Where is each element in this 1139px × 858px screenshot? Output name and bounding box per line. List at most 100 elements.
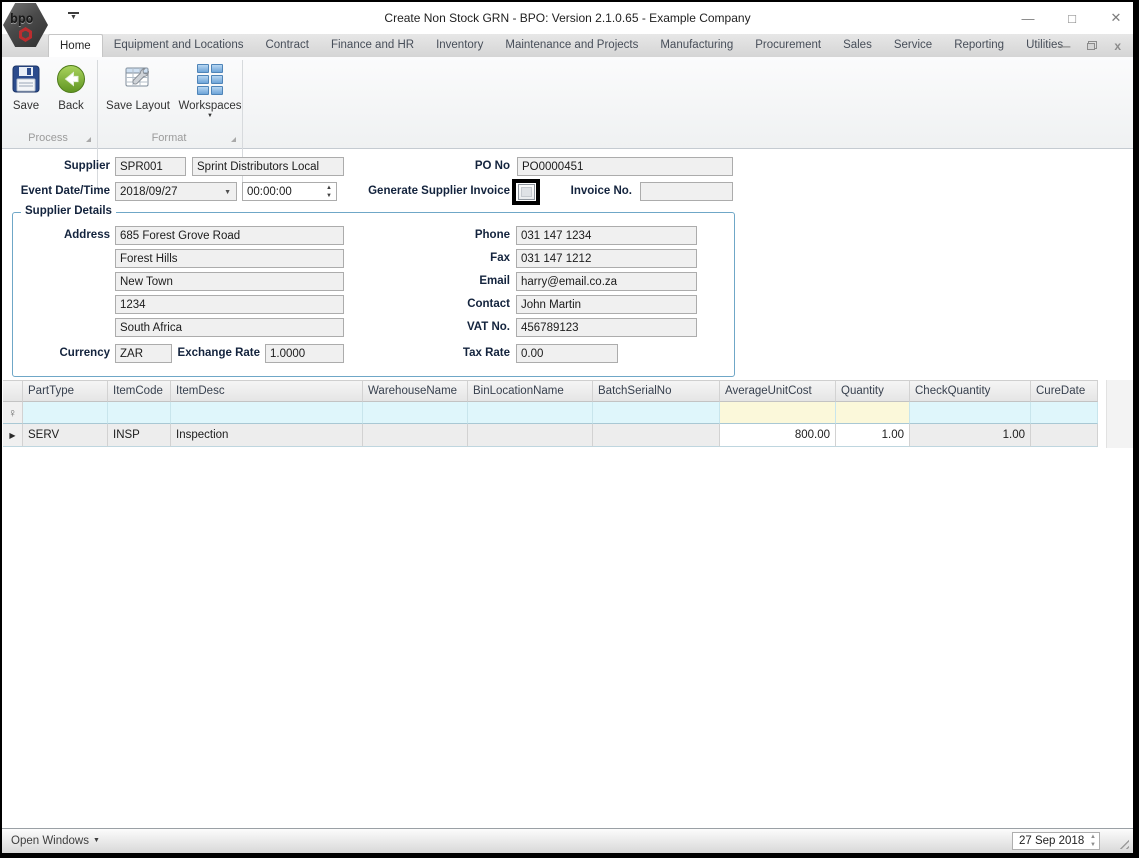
date-dropdown-icon[interactable]: ▼ — [224, 189, 231, 196]
grid-filter-cell-binlocationname[interactable] — [468, 402, 593, 424]
process-group-launcher-icon[interactable] — [86, 137, 91, 142]
grid-filter-cell-warehousename[interactable] — [363, 402, 468, 424]
spin-down-icon: ▼ — [1090, 842, 1096, 848]
exchange-rate-field[interactable]: 1.0000 — [265, 344, 344, 363]
column-header-warehousename[interactable]: WarehouseName — [363, 380, 468, 402]
status-date-field[interactable]: 27 Sep 2018 ▲ ▼ — [1012, 832, 1100, 850]
currency-field[interactable]: ZAR — [115, 344, 172, 363]
address-line-5-field[interactable]: South Africa — [115, 318, 344, 337]
save-button[interactable]: Save — [4, 61, 48, 112]
tab-sales[interactable]: Sales — [832, 34, 883, 57]
grid-select-all[interactable] — [3, 380, 23, 402]
column-header-batchserialno[interactable]: BatchSerialNo — [593, 380, 720, 402]
window-title: Create Non Stock GRN - BPO: Version 2.1.… — [384, 11, 751, 25]
column-header-parttype[interactable]: PartType — [23, 380, 108, 402]
grid-cell-quantity[interactable]: 1.00 — [836, 424, 910, 447]
tab-maintenance-and-projects[interactable]: Maintenance and Projects — [494, 34, 649, 57]
grid-cell-checkquantity[interactable]: 1.00 — [910, 424, 1031, 447]
grid-cell-averageunitcost[interactable]: 800.00 — [720, 424, 836, 447]
status-date-spinner[interactable]: ▲ ▼ — [1090, 834, 1096, 848]
tab-equipment-and-locations[interactable]: Equipment and Locations — [103, 34, 255, 57]
tab-home[interactable]: Home — [48, 34, 103, 58]
vat-no-field[interactable]: 456789123 — [516, 318, 697, 337]
tab-inventory[interactable]: Inventory — [425, 34, 494, 57]
table-row: ▶ SERV INSP Inspection 800.00 1.00 1.00 — [3, 424, 1098, 447]
ribbon-content: Save Back Save Layout Workspaces ▼ Proce… — [2, 57, 1133, 188]
column-header-itemcode[interactable]: ItemCode — [108, 380, 171, 402]
minimize-icon[interactable]: — — [1019, 11, 1037, 26]
grid-filter-cell-checkquantity[interactable] — [910, 402, 1031, 424]
tab-reporting[interactable]: Reporting — [943, 34, 1015, 57]
workspaces-icon — [177, 61, 243, 97]
tab-service[interactable]: Service — [883, 34, 943, 57]
phone-field[interactable]: 031 147 1234 — [516, 226, 697, 245]
mdi-restore-icon[interactable] — [1087, 41, 1098, 50]
supplier-label: Supplier — [63, 160, 110, 172]
grid-filter-cell-itemdesc[interactable] — [171, 402, 363, 424]
grid-filter-cell-curedate[interactable] — [1031, 402, 1098, 424]
fax-field[interactable]: 031 147 1212 — [516, 249, 697, 268]
grid-filter-cell-batchserialno[interactable] — [593, 402, 720, 424]
invoice-no-field[interactable] — [640, 182, 733, 201]
contact-field[interactable]: John Martin — [516, 295, 697, 314]
grid-cell-itemdesc[interactable]: Inspection — [171, 424, 363, 447]
close-icon[interactable]: ✕ — [1107, 10, 1125, 26]
tax-rate-field[interactable]: 0.00 — [516, 344, 618, 363]
address-line-4-field[interactable]: 1234 — [115, 295, 344, 314]
grid-cell-itemcode[interactable]: INSP — [108, 424, 171, 447]
ribbon-tab-bar: Home Equipment and Locations Contract Finan… — [2, 34, 1133, 58]
tab-procurement[interactable]: Procurement — [744, 34, 832, 57]
po-no-label: PO No — [474, 160, 510, 172]
generate-supplier-invoice-checkbox[interactable] — [512, 179, 540, 205]
event-time-field[interactable]: 00:00:00 ▲ ▼ — [242, 182, 337, 201]
column-header-quantity[interactable]: Quantity — [836, 380, 910, 402]
back-button[interactable]: Back — [49, 61, 93, 112]
open-windows-button[interactable]: Open Windows ▼ — [11, 829, 100, 853]
column-header-itemdesc[interactable]: ItemDesc — [171, 380, 363, 402]
email-label: Email — [479, 275, 510, 287]
details-right-fields: Phone 031 147 1234 Fax 031 147 1212 Email har… — [382, 226, 697, 337]
grid-cell-batchserialno[interactable] — [593, 424, 720, 447]
grid-cell-parttype[interactable]: SERV — [23, 424, 108, 447]
email-field[interactable]: harry@email.co.za — [516, 272, 697, 291]
po-no-field[interactable]: PO0000451 — [517, 157, 733, 176]
address-line-3-field[interactable]: New Town — [115, 272, 344, 291]
grid-cell-curedate[interactable] — [1031, 424, 1098, 447]
supplier-code-field[interactable]: SPR001 — [115, 157, 186, 176]
address-line-2-field[interactable]: Forest Hills — [115, 249, 344, 268]
supplier-name-field[interactable]: Sprint Distributors Local — [192, 157, 344, 176]
mdi-close-icon[interactable]: x — [1114, 39, 1121, 53]
column-header-binlocationname[interactable]: BinLocationName — [468, 380, 593, 402]
column-header-averageunitcost[interactable]: AverageUnitCost — [720, 380, 836, 402]
row-indicator-icon[interactable]: ▶ — [3, 424, 23, 447]
tab-manufacturing[interactable]: Manufacturing — [649, 34, 744, 57]
grid-cell-warehousename[interactable] — [363, 424, 468, 447]
filter-row-pin-icon[interactable]: ♀ — [3, 402, 23, 424]
app-logo[interactable]: bpo — [3, 3, 48, 47]
column-header-curedate[interactable]: CureDate — [1031, 380, 1098, 402]
save-layout-button[interactable]: Save Layout — [101, 61, 175, 112]
tab-contract[interactable]: Contract — [254, 34, 319, 57]
event-date-field[interactable]: 2018/09/27 ▼ — [115, 182, 237, 201]
invoice-no-label: Invoice No. — [570, 185, 632, 197]
spin-up-icon: ▲ — [1090, 834, 1096, 840]
quick-access-dropdown-icon[interactable]: ▼ — [68, 12, 79, 21]
address-label: Address — [63, 229, 110, 241]
exchange-rate-label: Exchange Rate — [177, 347, 260, 359]
grid-filter-cell-quantity[interactable] — [836, 402, 910, 424]
time-spinner[interactable]: ▲ ▼ — [326, 185, 332, 199]
format-group-launcher-icon[interactable] — [231, 137, 236, 142]
grid-empty-area — [1106, 380, 1133, 448]
grid-cell-binlocationname[interactable] — [468, 424, 593, 447]
grid-filter-cell-itemcode[interactable] — [108, 402, 171, 424]
tab-finance-and-hr[interactable]: Finance and HR — [320, 34, 425, 57]
title-bar: bpo ▼ Create Non Stock GRN - BPO: Versio… — [2, 2, 1133, 47]
address-line-1-field[interactable]: 685 Forest Grove Road — [115, 226, 344, 245]
grid-filter-cell-averageunitcost[interactable] — [720, 402, 836, 424]
mdi-minimize-icon[interactable]: — — [1058, 39, 1070, 53]
column-header-checkquantity[interactable]: CheckQuantity — [910, 380, 1031, 402]
resize-grip[interactable] — [1117, 837, 1129, 849]
maximize-icon[interactable]: □ — [1063, 11, 1081, 26]
workspaces-button[interactable]: Workspaces ▼ — [177, 61, 243, 120]
grid-filter-cell-parttype[interactable] — [23, 402, 108, 424]
